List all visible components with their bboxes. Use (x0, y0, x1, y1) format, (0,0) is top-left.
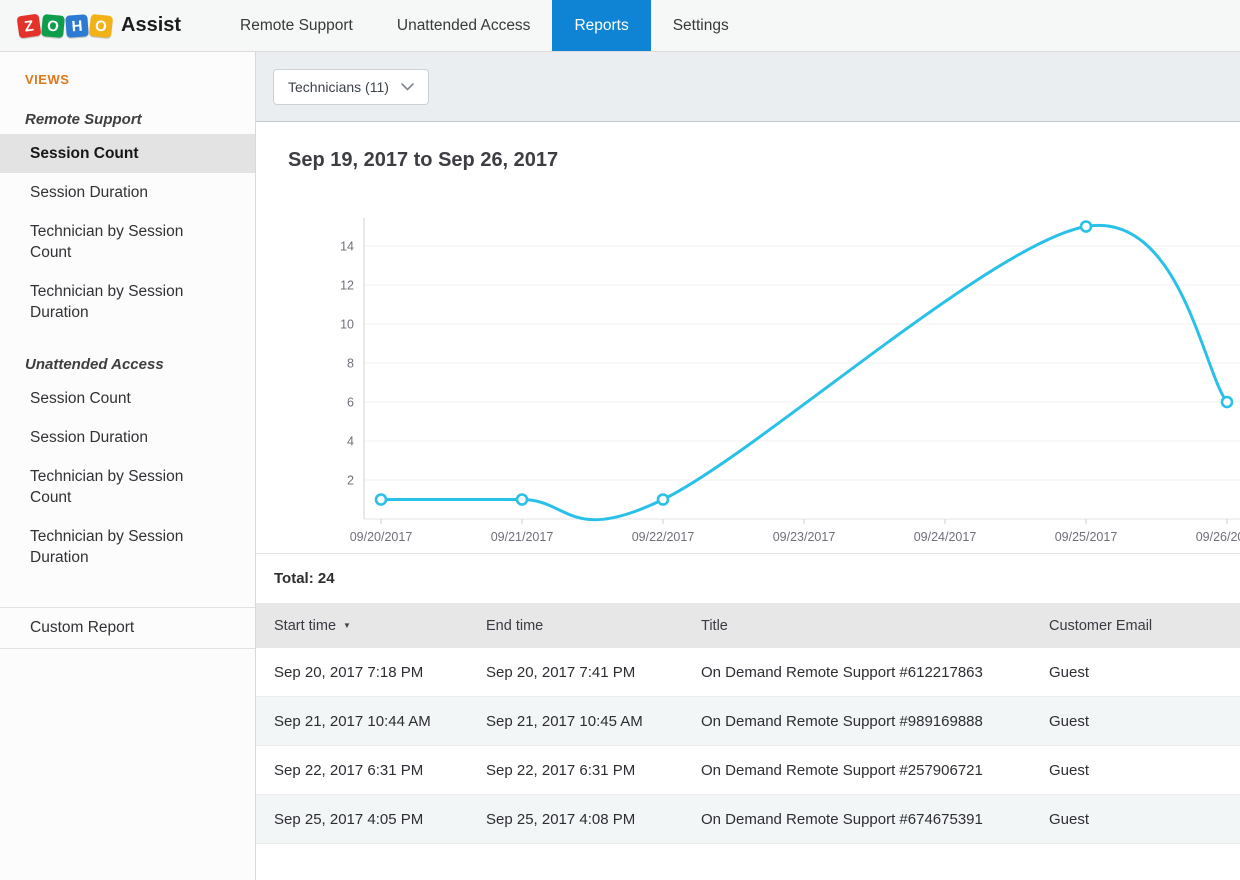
cell-end-time: Sep 22, 2017 6:31 PM (486, 762, 701, 779)
table-row: Sep 25, 2017 4:05 PMSep 25, 2017 4:08 PM… (256, 795, 1240, 844)
column-header-start-time[interactable]: Start time ▼ (274, 618, 486, 634)
views-heading: VIEWS (0, 52, 255, 87)
logo-tile-o: O (41, 14, 65, 38)
sidebar-item-remote-support-session-count[interactable]: Session Count (0, 134, 255, 173)
table-row: Sep 22, 2017 6:31 PMSep 22, 2017 6:31 PM… (256, 746, 1240, 795)
x-axis-tick-label: 09/21/2017 (491, 530, 554, 544)
custom-report-label: Custom Report (30, 619, 134, 636)
total-bar: Total: 24 (256, 553, 1240, 603)
data-point-marker[interactable] (517, 495, 527, 505)
x-axis-tick-label: 09/22/2017 (632, 530, 695, 544)
data-point-marker[interactable] (1081, 222, 1091, 232)
sidebar-section-remote-support: Remote Support (0, 111, 255, 128)
cell-title: On Demand Remote Support #612217863 (701, 664, 1049, 681)
data-point-marker[interactable] (1222, 397, 1232, 407)
data-point-marker[interactable] (376, 495, 386, 505)
data-point-marker[interactable] (658, 495, 668, 505)
filter-toolbar: Technicians (11) (256, 52, 1240, 122)
sidebar-item-custom-report[interactable]: Custom Report (0, 607, 255, 649)
zoho-logo-icon: ZOHO (18, 15, 112, 37)
main-panel: Technicians (11) Sep 19, 2017 to Sep 26,… (256, 52, 1240, 880)
sidebar: VIEWS Remote SupportSession CountSession… (0, 52, 256, 880)
x-axis-tick-label: 09/20/2017 (350, 530, 413, 544)
y-axis-tick-label: 14 (340, 240, 354, 254)
nav-tab-reports[interactable]: Reports (552, 0, 650, 51)
x-axis-tick-label: 09/26/2017 (1196, 530, 1240, 544)
cell-customer-email: Guest (1049, 664, 1240, 681)
chevron-down-icon (401, 83, 414, 91)
table-header-row: Start time ▼ End time Title Customer Email (256, 603, 1240, 648)
cell-customer-email: Guest (1049, 762, 1240, 779)
cell-end-time: Sep 20, 2017 7:41 PM (486, 664, 701, 681)
cell-end-time: Sep 21, 2017 10:45 AM (486, 713, 701, 730)
column-label: Title (701, 618, 728, 634)
sidebar-item-remote-support-technician-by-session-duration[interactable]: Technician by Session Duration (0, 272, 255, 332)
nav-tab-settings[interactable]: Settings (651, 0, 751, 51)
logo-tile-h: H (65, 14, 88, 37)
cell-end-time: Sep 25, 2017 4:08 PM (486, 811, 701, 828)
session-count-line-chart: 2 4 6 8 10 12 14 09/20/2017 09/21/2017 09/22/2017… (256, 203, 1240, 553)
cell-start-time: Sep 21, 2017 10:44 AM (274, 713, 486, 730)
y-axis-tick-label: 4 (347, 435, 354, 449)
table-row: Sep 21, 2017 10:44 AMSep 21, 2017 10:45 … (256, 697, 1240, 746)
cell-start-time: Sep 25, 2017 4:05 PM (274, 811, 486, 828)
logo-tile-z: Z (17, 13, 42, 38)
y-axis-tick-label: 12 (340, 279, 354, 293)
x-axis-tick-label: 09/23/2017 (773, 530, 836, 544)
y-axis-tick-label: 2 (347, 474, 354, 488)
sidebar-item-unattended-access-session-duration[interactable]: Session Duration (0, 418, 255, 457)
technicians-filter-dropdown[interactable]: Technicians (11) (273, 69, 429, 105)
total-count: Total: 24 (274, 570, 335, 587)
product-name: Assist (121, 14, 181, 37)
sidebar-item-unattended-access-technician-by-session-count[interactable]: Technician by Session Count (0, 457, 255, 517)
column-label: Customer Email (1049, 618, 1152, 634)
sidebar-item-remote-support-session-duration[interactable]: Session Duration (0, 173, 255, 212)
sessions-table: Start time ▼ End time Title Customer Email Se… (256, 603, 1240, 844)
logo-tile-o: O (89, 13, 113, 37)
y-axis-tick-label: 6 (347, 396, 354, 410)
cell-start-time: Sep 22, 2017 6:31 PM (274, 762, 486, 779)
y-axis-tick-label: 10 (340, 318, 354, 332)
technicians-filter-label: Technicians (11) (288, 79, 389, 95)
x-axis-tick-label: 09/25/2017 (1055, 530, 1118, 544)
sidebar-item-remote-support-technician-by-session-count[interactable]: Technician by Session Count (0, 212, 255, 272)
column-label: End time (486, 618, 543, 634)
column-header-customer-email[interactable]: Customer Email (1049, 618, 1240, 634)
x-axis-tick-label: 09/24/2017 (914, 530, 977, 544)
column-header-end-time[interactable]: End time (486, 618, 701, 634)
cell-title: On Demand Remote Support #674675391 (701, 811, 1049, 828)
zoho-assist-logo[interactable]: ZOHO Assist (0, 0, 218, 51)
report-content: Sep 19, 2017 to Sep 26, 2017 2 4 6 8 10 12 14 0… (256, 122, 1240, 880)
primary-nav-tabs: Remote SupportUnattended AccessReportsSe… (218, 0, 751, 51)
nav-tab-unattended-access[interactable]: Unattended Access (375, 0, 553, 51)
column-header-title[interactable]: Title (701, 618, 1049, 634)
app-window: ZOHO Assist Remote SupportUnattended Acc… (0, 0, 1240, 880)
sidebar-item-unattended-access-technician-by-session-duration[interactable]: Technician by Session Duration (0, 517, 255, 577)
line-chart-svg: 2 4 6 8 10 12 14 09/20/2017 09/21/2017 09/22/2017… (256, 203, 1240, 553)
sort-desc-icon: ▼ (343, 621, 351, 630)
column-label: Start time (274, 618, 336, 634)
sidebar-item-unattended-access-session-count[interactable]: Session Count (0, 379, 255, 418)
nav-tab-remote-support[interactable]: Remote Support (218, 0, 375, 51)
date-range-title: Sep 19, 2017 to Sep 26, 2017 (288, 149, 1240, 172)
y-axis-tick-label: 8 (347, 357, 354, 371)
cell-start-time: Sep 20, 2017 7:18 PM (274, 664, 486, 681)
table-row: Sep 20, 2017 7:18 PMSep 20, 2017 7:41 PM… (256, 648, 1240, 697)
cell-title: On Demand Remote Support #257906721 (701, 762, 1049, 779)
sidebar-section-unattended-access: Unattended Access (0, 356, 255, 373)
cell-customer-email: Guest (1049, 713, 1240, 730)
top-nav-bar: ZOHO Assist Remote SupportUnattended Acc… (0, 0, 1240, 52)
cell-customer-email: Guest (1049, 811, 1240, 828)
cell-title: On Demand Remote Support #989169888 (701, 713, 1049, 730)
series-line (381, 225, 1227, 519)
